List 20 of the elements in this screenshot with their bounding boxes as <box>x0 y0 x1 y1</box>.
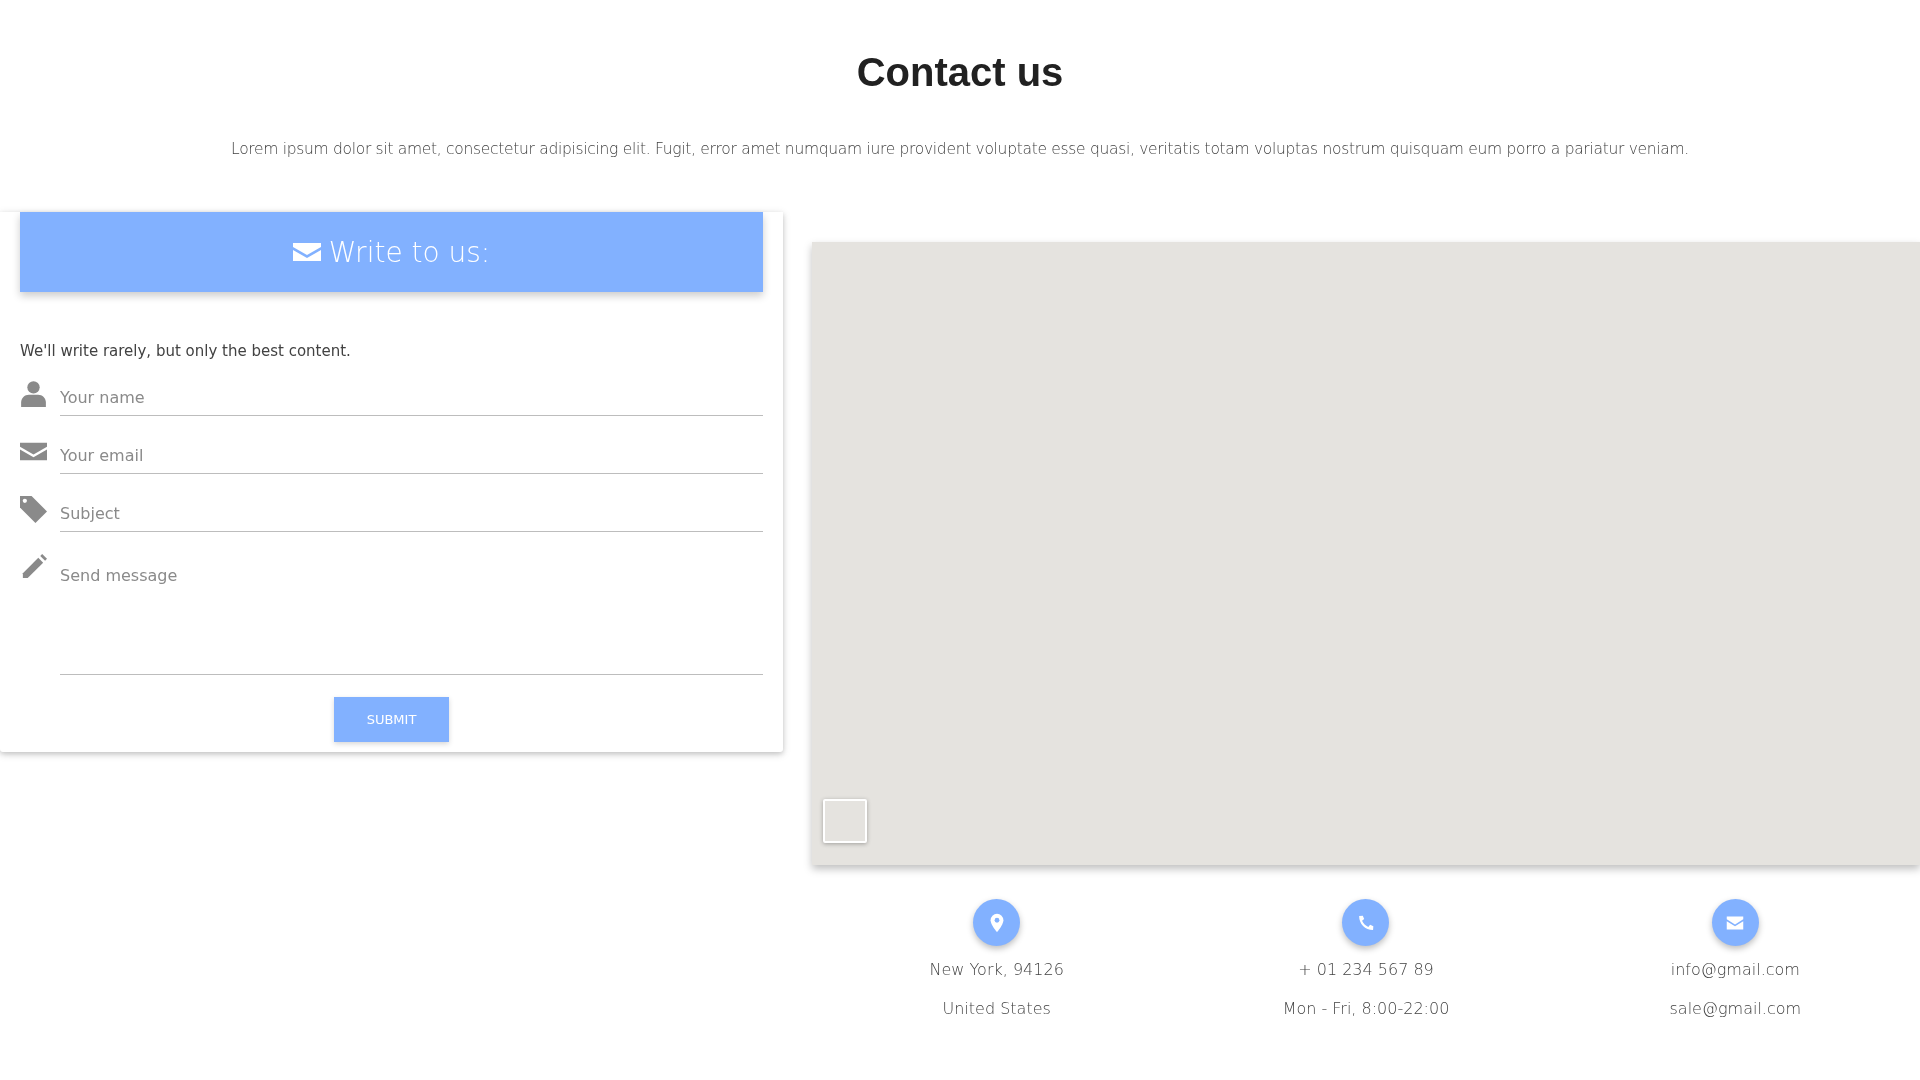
contact-text: + 01 234 567 89 <box>1298 960 1434 979</box>
page-title: Contact us <box>855 49 1065 96</box>
tag-icon <box>20 496 47 523</box>
contact-text: New York, 94126 <box>929 960 1064 979</box>
contact-text: sale@gmail.com <box>1669 999 1802 1018</box>
message-field[interactable]: Send message <box>60 554 763 675</box>
form-title: Write to us: <box>328 235 491 269</box>
intro-text: Lorem ipsum dolor sit amet, consectetur adipisicing elit. Fugit, error amet numquam iure provident voluptate esse quasi, veritatis totam voluptas nostrum quisquam eum porro a pariatur veniam. <box>230 140 1690 158</box>
envelope-icon <box>292 240 321 264</box>
user-icon <box>20 380 47 407</box>
input-field[interactable]: Subject <box>60 496 763 532</box>
pencil-icon <box>20 554 47 581</box>
form-note: We'll write rarely, but only the best content. <box>20 342 352 360</box>
input-field[interactable]: Your email <box>60 438 763 474</box>
input-field[interactable]: Your name <box>60 380 763 416</box>
submit-button[interactable]: SUBMIT <box>334 697 449 742</box>
map-control-button[interactable] <box>823 799 867 843</box>
contact-text: United States <box>942 999 1051 1018</box>
contact-text: Mon - Fri, 8:00-22:00 <box>1282 999 1450 1018</box>
contact-text: info@gmail.com <box>1670 960 1800 979</box>
